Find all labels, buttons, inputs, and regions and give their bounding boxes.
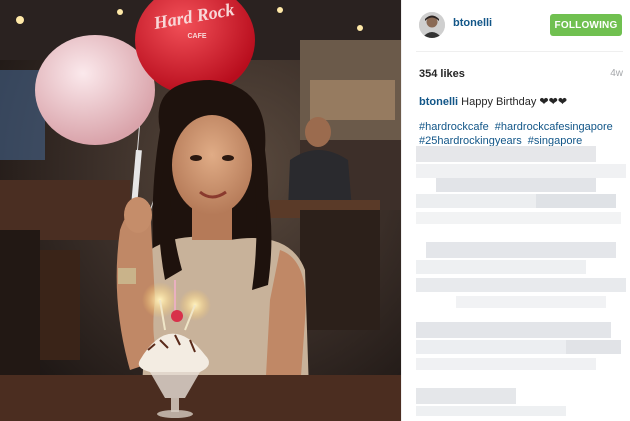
likes-count[interactable]: 354 likes [419, 68, 465, 80]
pixelated-comments [416, 146, 626, 416]
caption-text: Happy Birthday ❤❤❤ [461, 96, 568, 108]
hashtag-link[interactable]: #hardrockcafe [419, 121, 489, 133]
caption: btonelli Happy Birthday ❤❤❤ [419, 95, 619, 109]
following-button[interactable]: FOLLOWING [550, 14, 622, 36]
header-divider [416, 51, 623, 52]
post-photo[interactable]: Hard Rock CAFE [0, 0, 401, 421]
balloon-logo-subtext: CAFE [187, 33, 206, 40]
hashtag-link[interactable]: #hardrockcafesingapore [495, 121, 613, 133]
hashtag-list: #hardrockcafe #hardrockcafesingapore #25… [419, 120, 624, 148]
post-side-panel: btonelli FOLLOWING 354 likes 4w btonelli… [401, 0, 630, 421]
username-link[interactable]: btonelli [453, 17, 492, 29]
caption-username[interactable]: btonelli [419, 96, 458, 108]
post-time[interactable]: 4w [610, 68, 623, 79]
avatar[interactable] [419, 12, 445, 38]
